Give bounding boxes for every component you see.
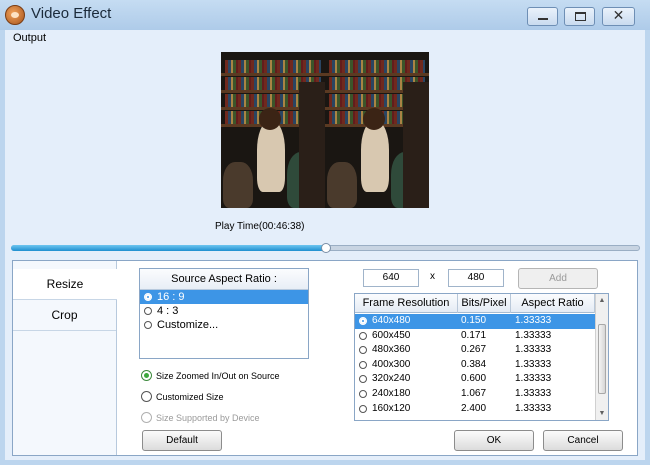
cell-bits-pixel: 0.384 xyxy=(461,358,487,370)
radio-icon xyxy=(359,331,367,340)
column-header-aspect-ratio[interactable]: Aspect Ratio xyxy=(511,294,595,313)
cell-bits-pixel: 1.067 xyxy=(461,388,487,399)
cell-aspect-ratio: 1.33333 xyxy=(515,373,552,385)
height-input[interactable]: 480 xyxy=(448,269,504,287)
cell-bits-pixel: 0.150 xyxy=(461,315,487,326)
maximize-icon xyxy=(575,12,586,21)
video-preview xyxy=(221,52,429,208)
radio-icon xyxy=(141,370,152,381)
cell-bits-pixel: 0.171 xyxy=(461,329,487,341)
cell-resolution: 480x360 xyxy=(372,344,411,356)
app-icon xyxy=(5,5,25,25)
table-row[interactable]: 400x300 0.384 1.33333 xyxy=(355,358,595,373)
radio-icon xyxy=(359,404,367,413)
source-aspect-ratio-header: Source Aspect Ratio : xyxy=(140,269,308,290)
aspect-option-label: 4 : 3 xyxy=(157,305,179,317)
radio-icon xyxy=(359,317,367,325)
size-option-label: Size Zoomed In/Out on Source xyxy=(156,371,280,381)
table-header: Frame Resolution Bits/Pixel Aspect Ratio xyxy=(355,294,595,313)
tab-strip: Resize Crop xyxy=(13,261,117,455)
window-title: Video Effect xyxy=(31,5,112,22)
column-header-frame-resolution[interactable]: Frame Resolution xyxy=(355,294,458,313)
cell-bits-pixel: 2.400 xyxy=(461,402,487,414)
radio-icon xyxy=(359,360,367,369)
cell-bits-pixel: 0.267 xyxy=(461,344,487,356)
title-bar: Video Effect ✕ xyxy=(0,0,650,30)
size-option-label: Size Supported by Device xyxy=(156,413,260,423)
size-supported-by-device-radio: Size Supported by Device xyxy=(141,411,260,425)
default-button[interactable]: Default xyxy=(142,430,222,451)
maximize-button[interactable] xyxy=(564,7,595,26)
table-row[interactable]: 640x480 0.150 1.33333 xyxy=(355,314,595,329)
cell-resolution: 400x300 xyxy=(372,358,411,370)
table-row[interactable]: 240x180 1.067 1.33333 xyxy=(355,387,595,402)
aspect-option-4-3[interactable]: 4 : 3 xyxy=(140,304,308,318)
scroll-down-icon[interactable]: ▼ xyxy=(596,407,608,420)
scroll-up-icon[interactable]: ▲ xyxy=(596,294,608,307)
aspect-option-label: 16 : 9 xyxy=(157,291,185,303)
radio-icon xyxy=(359,346,367,355)
source-aspect-ratio-list: Source Aspect Ratio : 16 : 9 4 : 3 Custo… xyxy=(139,268,309,359)
add-button[interactable]: Add xyxy=(518,268,598,289)
cancel-button[interactable]: Cancel xyxy=(543,430,623,451)
table-row[interactable]: 600x450 0.171 1.33333 xyxy=(355,329,595,344)
aspect-option-16-9[interactable]: 16 : 9 xyxy=(140,290,308,304)
cell-resolution: 240x180 xyxy=(372,388,411,399)
cell-resolution: 320x240 xyxy=(372,373,411,385)
cell-aspect-ratio: 1.33333 xyxy=(515,388,552,399)
cell-aspect-ratio: 1.33333 xyxy=(515,358,552,370)
tab-resize[interactable]: Resize xyxy=(13,269,117,300)
cell-resolution: 160x120 xyxy=(372,402,411,414)
video-frame-right xyxy=(325,52,429,208)
close-icon: ✕ xyxy=(612,7,625,23)
times-label: x xyxy=(430,271,435,282)
play-time-label: Play Time(00:46:38) xyxy=(215,221,305,232)
cell-aspect-ratio: 1.33333 xyxy=(515,315,552,326)
radio-icon xyxy=(144,321,152,329)
close-button[interactable]: ✕ xyxy=(602,7,635,26)
resolution-table: Frame Resolution Bits/Pixel Aspect Ratio… xyxy=(354,293,609,421)
radio-icon xyxy=(359,375,367,384)
cell-aspect-ratio: 1.33333 xyxy=(515,344,552,356)
column-header-bits-pixel[interactable]: Bits/Pixel xyxy=(458,294,511,313)
size-zoomed-radio[interactable]: Size Zoomed In/Out on Source xyxy=(141,369,280,383)
table-row[interactable]: 320x240 0.600 1.33333 xyxy=(355,372,595,387)
aspect-option-customize[interactable]: Customize... xyxy=(140,318,308,332)
table-row[interactable]: 160x120 2.400 1.33333 xyxy=(355,402,595,417)
playback-slider-fill xyxy=(11,245,326,251)
minimize-icon xyxy=(538,18,548,20)
client-area: Output Play Time(00:46:38) Resize Crop S… xyxy=(5,30,645,460)
radio-icon xyxy=(141,412,152,423)
radio-icon xyxy=(144,307,152,315)
aspect-option-label: Customize... xyxy=(157,319,219,331)
table-row[interactable]: 480x360 0.267 1.33333 xyxy=(355,343,595,358)
tab-crop[interactable]: Crop xyxy=(13,300,116,331)
cell-aspect-ratio: 1.33333 xyxy=(515,329,552,341)
table-scrollbar[interactable]: ▲ ▼ xyxy=(595,294,608,420)
cell-aspect-ratio: 1.33333 xyxy=(515,402,552,414)
ok-button[interactable]: OK xyxy=(454,430,534,451)
cell-resolution: 640x480 xyxy=(372,315,411,326)
radio-icon xyxy=(144,293,152,301)
settings-panel: Resize Crop Source Aspect Ratio : 16 : 9… xyxy=(12,260,638,456)
width-input[interactable]: 640 xyxy=(363,269,419,287)
playback-slider-handle[interactable] xyxy=(321,243,331,253)
scrollbar-thumb[interactable] xyxy=(598,324,606,394)
video-frame-left xyxy=(221,52,325,208)
radio-icon xyxy=(359,390,367,398)
customized-size-radio[interactable]: Customized Size xyxy=(141,390,224,404)
size-option-label: Customized Size xyxy=(156,392,224,402)
radio-icon xyxy=(141,391,152,402)
minimize-button[interactable] xyxy=(527,7,558,26)
cell-resolution: 600x450 xyxy=(372,329,411,341)
cell-bits-pixel: 0.600 xyxy=(461,373,487,385)
output-label: Output xyxy=(13,32,47,44)
